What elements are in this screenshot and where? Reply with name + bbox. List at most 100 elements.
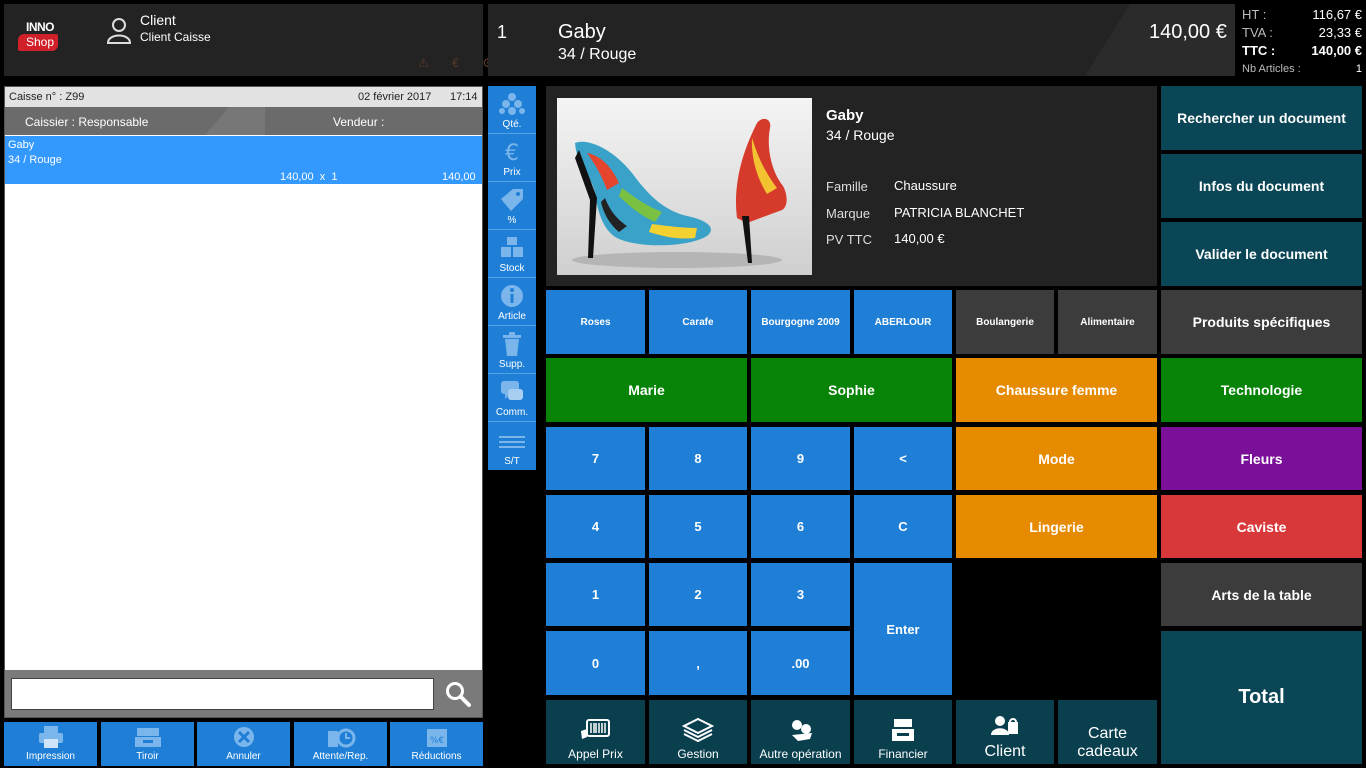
print-button[interactable]: Impression — [4, 722, 97, 766]
info-icon — [501, 285, 523, 307]
quick-item-alimentaire[interactable]: Alimentaire — [1058, 290, 1157, 354]
user-icon[interactable] — [106, 16, 132, 44]
key-3[interactable]: 3 — [751, 563, 850, 626]
seller-label[interactable]: Vendeur : — [333, 115, 384, 129]
brand-label: Marque — [826, 206, 871, 221]
discounts-label: Réductions — [411, 751, 462, 762]
cancel-icon — [233, 727, 254, 747]
print-label: Impression — [26, 751, 75, 762]
euro-icon: € — [505, 141, 519, 165]
seller-sophie-button[interactable]: Sophie — [751, 358, 952, 422]
key-comma[interactable]: , — [649, 631, 747, 695]
gift-card-label-line2: cadeaux — [1077, 743, 1138, 760]
sidebar-price[interactable]: € Prix — [488, 134, 536, 182]
key-4[interactable]: 4 — [546, 495, 645, 558]
key-1[interactable]: 1 — [546, 563, 645, 626]
discounts-button[interactable]: %€ Réductions — [390, 722, 483, 766]
category-lingerie[interactable]: Lingerie — [956, 495, 1157, 558]
logo-text-bottom: Shop — [18, 34, 59, 51]
price-tag-icon — [501, 189, 523, 211]
total-ttc-row: TTC : 140,00 € — [1242, 43, 1362, 58]
sidebar-article[interactable]: Article — [488, 278, 536, 326]
sidebar-article-label: Article — [498, 311, 526, 322]
category-mode[interactable]: Mode — [956, 427, 1157, 490]
ttc-value: 140,00 € — [1311, 43, 1362, 58]
ticket-line-row[interactable]: Gaby 34 / Rouge 140,00 x 1 140,00 — [5, 136, 482, 184]
sidebar-subtotal[interactable]: S/T — [488, 422, 536, 470]
key-double-zero[interactable]: .00 — [751, 631, 850, 695]
drawer-button[interactable]: Tiroir — [101, 722, 194, 766]
ticket-header: Caisse n° : Z99 02 février 2017 17:14 — [5, 87, 482, 107]
current-line-number: 1 — [497, 22, 508, 42]
sidebar-stock[interactable]: Stock — [488, 230, 536, 278]
tva-label: TVA : — [1242, 25, 1273, 40]
sidebar-delete-label: Supp. — [498, 359, 526, 370]
key-clear[interactable]: C — [854, 495, 952, 558]
hold-resume-button[interactable]: Attente/Rep. — [294, 722, 387, 766]
financial-button[interactable]: Financier — [854, 700, 952, 764]
quick-item-aberlour[interactable]: ABERLOUR — [854, 290, 952, 354]
ticket-staff-bar: Caissier : Responsable Vendeur : — [5, 107, 482, 135]
layers-icon — [681, 717, 715, 743]
totals-panel: HT :116,67 € TVA :23,33 € TTC :140,00 € … — [1240, 4, 1366, 78]
specific-products-button[interactable]: Produits spécifiques — [1161, 290, 1362, 354]
other-operation-button[interactable]: Autre opération — [751, 700, 850, 764]
ticket-line-qty-price: 140,00 x 1 — [280, 171, 338, 183]
client-button[interactable]: Client — [956, 700, 1054, 764]
category-chaussure-femme[interactable]: Chaussure femme — [956, 358, 1157, 422]
category-technologie[interactable]: Technologie — [1161, 358, 1362, 422]
nb-articles-value: 1 — [1355, 63, 1362, 75]
header-client-panel — [4, 4, 483, 76]
cash-drawer-icon — [134, 728, 161, 747]
key-enter[interactable]: Enter — [854, 563, 952, 695]
svg-text:€: € — [505, 141, 519, 165]
barcode-input[interactable] — [11, 678, 434, 710]
sidebar-comment[interactable]: Comm. — [488, 374, 536, 422]
nb-articles-label: Nb Articles : — [1242, 63, 1301, 75]
cash-register-icon — [892, 719, 914, 741]
seller-marie-button[interactable]: Marie — [546, 358, 747, 422]
key-backspace[interactable]: < — [854, 427, 952, 490]
key-2[interactable]: 2 — [649, 563, 747, 626]
svg-text:%€: %€ — [429, 736, 444, 746]
key-5[interactable]: 5 — [649, 495, 747, 558]
cancel-button[interactable]: Annuler — [197, 722, 290, 766]
client-subtitle: Client Caisse — [140, 30, 211, 44]
ttc-label: TTC : — [1242, 43, 1276, 58]
sidebar-quantity-label: Qté. — [502, 119, 522, 130]
quick-item-carafe[interactable]: Carafe — [649, 290, 747, 354]
sidebar-quantity[interactable]: Qté. — [488, 86, 536, 134]
key-0[interactable]: 0 — [546, 631, 645, 695]
category-fleurs[interactable]: Fleurs — [1161, 427, 1362, 490]
quick-item-roses[interactable]: Roses — [546, 290, 645, 354]
search-button[interactable] — [436, 672, 480, 716]
price-check-button[interactable]: Appel Prix — [546, 700, 645, 764]
client-title[interactable]: Client — [140, 12, 176, 28]
subtotal-lines-icon — [499, 436, 525, 448]
handshake-icon — [791, 720, 812, 741]
sidebar-stock-label: Stock — [499, 263, 525, 274]
quick-item-bourgogne[interactable]: Bourgogne 2009 — [751, 290, 850, 354]
ht-label: HT : — [1242, 7, 1267, 22]
sidebar-delete[interactable]: Supp. — [488, 326, 536, 374]
search-document-button[interactable]: Rechercher un document — [1161, 86, 1362, 150]
product-variant: 34 / Rouge — [826, 127, 895, 143]
key-8[interactable]: 8 — [649, 427, 747, 490]
category-arts-de-la-table[interactable]: Arts de la table — [1161, 563, 1362, 626]
logo-text-top: INNO — [26, 20, 55, 34]
total-ht-row: HT : 116,67 € — [1242, 7, 1362, 22]
validate-document-button[interactable]: Valider le document — [1161, 222, 1362, 286]
gift-card-button[interactable]: Carte cadeaux — [1058, 700, 1157, 764]
total-button[interactable]: Total — [1161, 631, 1362, 764]
key-6[interactable]: 6 — [751, 495, 850, 558]
current-line-name: Gaby — [558, 21, 606, 43]
document-info-button[interactable]: Infos du document — [1161, 154, 1362, 218]
quick-item-boulangerie[interactable]: Boulangerie — [956, 290, 1054, 354]
nb-articles-row: Nb Articles : 1 — [1242, 63, 1362, 75]
key-9[interactable]: 9 — [751, 427, 850, 490]
sidebar-percent[interactable]: % — [488, 182, 536, 230]
management-button[interactable]: Gestion — [649, 700, 747, 764]
category-caviste[interactable]: Caviste — [1161, 495, 1362, 558]
key-7[interactable]: 7 — [546, 427, 645, 490]
financial-label: Financier — [878, 747, 928, 761]
